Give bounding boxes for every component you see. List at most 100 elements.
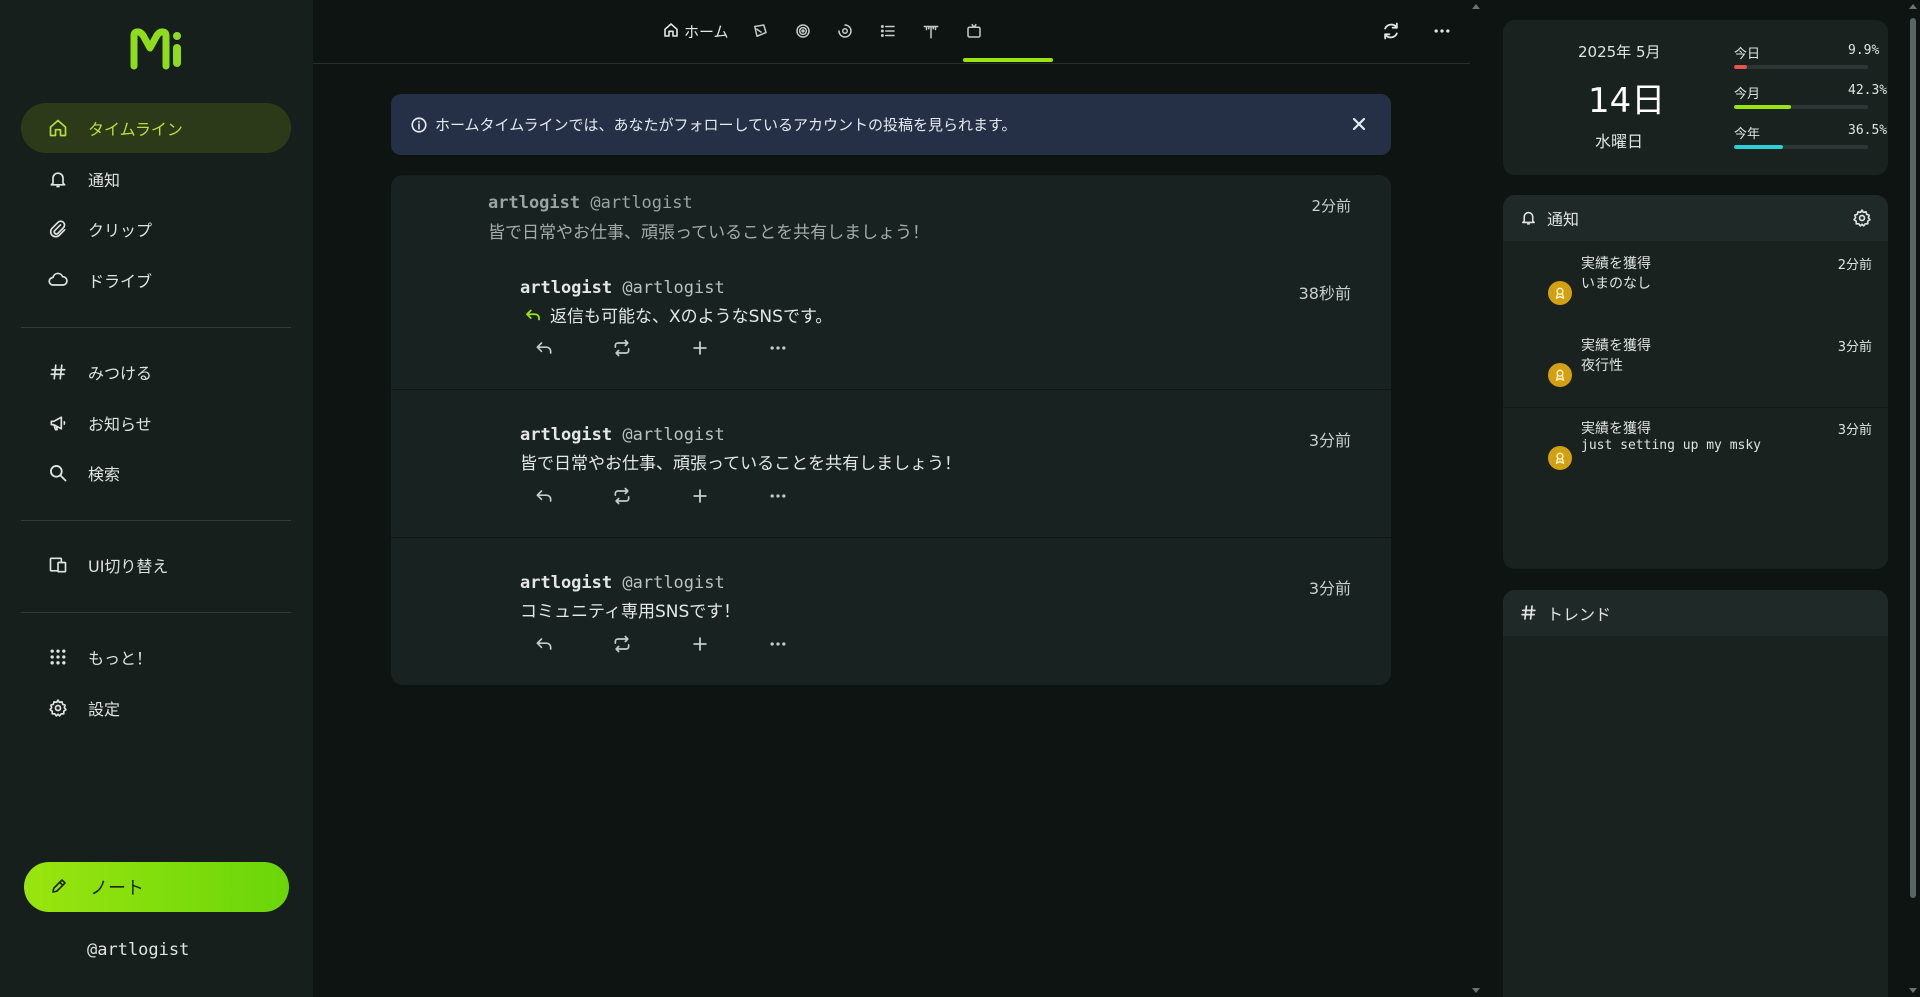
banner-close-button[interactable] — [1349, 114, 1369, 134]
notifications-widget: 通知 実績を獲得 いまのなし 2分前 実績を獲得 夜行性 3分前 実績を獲得 j… — [1503, 195, 1888, 569]
sidebar-item-timeline[interactable]: タイムライン — [21, 103, 291, 153]
tab-antennas[interactable] — [922, 18, 940, 44]
scroll-down-arrow[interactable] — [1472, 988, 1480, 993]
sidebar-item-label: クリップ — [88, 221, 153, 240]
note-header: artlogist @artlogist — [520, 573, 725, 593]
tab-lists[interactable] — [879, 18, 897, 44]
react-button[interactable] — [688, 336, 712, 360]
renote-button[interactable] — [610, 632, 634, 656]
notification-time: 3分前 — [1837, 340, 1872, 355]
sidebar-item-notifications[interactable]: 通知 — [21, 154, 291, 204]
achievement-badge-icon — [1548, 446, 1572, 470]
reply-button[interactable] — [532, 632, 556, 656]
sidebar-item-label: 設定 — [88, 700, 121, 719]
spiral-icon — [794, 22, 812, 40]
reply-icon — [524, 306, 542, 324]
stat-value-year: 36.5% — [1848, 123, 1888, 138]
note-author-username[interactable]: @artlogist — [622, 278, 724, 298]
reload-button[interactable] — [1378, 18, 1404, 44]
renote-button[interactable] — [610, 336, 634, 360]
home-icon — [663, 22, 681, 40]
notification-item[interactable]: 実績を獲得 just setting up my msky 3分前 — [1503, 408, 1888, 490]
progress-bar-today — [1734, 65, 1868, 69]
hashtag-icon — [47, 361, 69, 383]
planet-icon — [751, 22, 769, 40]
stat-label-year: 今年 — [1734, 127, 1761, 142]
more-dots-icon — [768, 634, 788, 654]
renote-button[interactable] — [610, 484, 634, 508]
tab-channels[interactable] — [965, 18, 983, 44]
bell-icon — [1520, 209, 1538, 227]
search-icon — [47, 462, 69, 484]
notification-time: 2分前 — [1837, 258, 1872, 273]
note-author-username[interactable]: @artlogist — [590, 193, 692, 213]
sidebar-item-explore[interactable]: みつける — [21, 347, 291, 397]
megaphone-icon — [47, 412, 69, 434]
scroll-up-arrow[interactable] — [1472, 4, 1480, 9]
note-timestamp[interactable]: 3分前 — [1309, 427, 1351, 451]
note-author-name[interactable]: artlogist — [520, 573, 612, 593]
notification-item[interactable]: 実績を獲得 いまのなし 2分前 — [1503, 241, 1888, 323]
sidebar-item-announcements[interactable]: お知らせ — [21, 398, 291, 448]
notification-item[interactable]: 実績を獲得 夜行性 3分前 — [1503, 323, 1888, 405]
info-icon — [410, 116, 428, 134]
rocket-icon — [836, 22, 854, 40]
page-scrollbar-thumb[interactable] — [1910, 18, 1916, 898]
note-author-name[interactable]: artlogist — [488, 193, 580, 213]
post-note-button[interactable]: ノート — [24, 862, 289, 912]
tab-home[interactable]: ホーム — [663, 18, 729, 44]
progress-fill-year — [1734, 145, 1783, 149]
achievement-badge-icon — [1548, 363, 1572, 387]
sidebar-item-label: タイムライン — [88, 120, 183, 139]
scroll-down-arrow[interactable] — [1909, 988, 1917, 993]
notification-settings-button[interactable] — [1852, 208, 1872, 228]
calendar-weekday: 水曜日 — [1595, 132, 1644, 151]
note-more-button[interactable] — [766, 484, 790, 508]
note-timestamp[interactable]: 2分前 — [1311, 195, 1351, 216]
note-author-name[interactable]: artlogist — [520, 425, 612, 445]
note-header: artlogist @artlogist — [520, 278, 725, 298]
calendar-widget: 2025年 5月 14日 水曜日 今日 9.9% 今月 42.3% 今年 36.… — [1503, 20, 1888, 175]
home-timeline-info-banner: ホームタイムラインでは、あなたがフォローしているアカウントの投稿を見られます。 — [391, 94, 1391, 155]
sidebar: タイムライン 通知 クリップ ドライブ みつける お知らせ 検索 UI切り替え … — [0, 0, 313, 997]
tab-social[interactable] — [794, 18, 812, 44]
tab-global[interactable] — [836, 18, 854, 44]
stat-value-month: 42.3% — [1848, 83, 1888, 98]
home-icon — [47, 117, 69, 139]
reply-button[interactable] — [532, 336, 556, 360]
misskey-logo[interactable] — [130, 28, 184, 70]
scroll-up-arrow[interactable] — [1909, 4, 1917, 9]
sidebar-item-settings[interactable]: 設定 — [21, 683, 291, 733]
gear-icon — [1852, 208, 1872, 228]
note-timestamp[interactable]: 3分前 — [1309, 575, 1351, 599]
reply-button[interactable] — [532, 484, 556, 508]
progress-bar-month — [1734, 105, 1868, 109]
repeat-icon — [611, 338, 633, 358]
sidebar-item-search[interactable]: 検索 — [21, 448, 291, 498]
note-divider — [391, 537, 1391, 538]
tv-icon — [965, 22, 983, 40]
header-more-button[interactable] — [1429, 18, 1455, 44]
tab-local[interactable] — [751, 18, 769, 44]
pencil-icon — [50, 877, 70, 897]
sidebar-item-clips[interactable]: クリップ — [21, 204, 291, 254]
note-timestamp[interactable]: 38秒前 — [1299, 280, 1351, 304]
sidebar-divider — [21, 612, 291, 613]
more-dots-icon — [1432, 21, 1452, 41]
main-scrollbar[interactable] — [1470, 0, 1486, 997]
account-handle[interactable]: @artlogist — [87, 940, 189, 960]
calendar-year-month: 2025年 5月 — [1578, 43, 1661, 61]
sidebar-item-ui-switch[interactable]: UI切り替え — [21, 540, 291, 590]
react-button[interactable] — [688, 484, 712, 508]
react-button[interactable] — [688, 632, 712, 656]
note-more-button[interactable] — [766, 336, 790, 360]
reply-icon — [534, 486, 554, 506]
note-author-name[interactable]: artlogist — [520, 278, 612, 298]
note-author-username[interactable]: @artlogist — [622, 425, 724, 445]
sidebar-item-drive[interactable]: ドライブ — [21, 255, 291, 305]
note-author-username[interactable]: @artlogist — [622, 573, 724, 593]
note-text: 返信も可能な、XのようなSNSです。 — [524, 302, 832, 327]
note-more-button[interactable] — [766, 632, 790, 656]
trends-widget-header: トレンド — [1503, 590, 1888, 636]
sidebar-item-more[interactable]: もっと！ — [21, 632, 291, 682]
